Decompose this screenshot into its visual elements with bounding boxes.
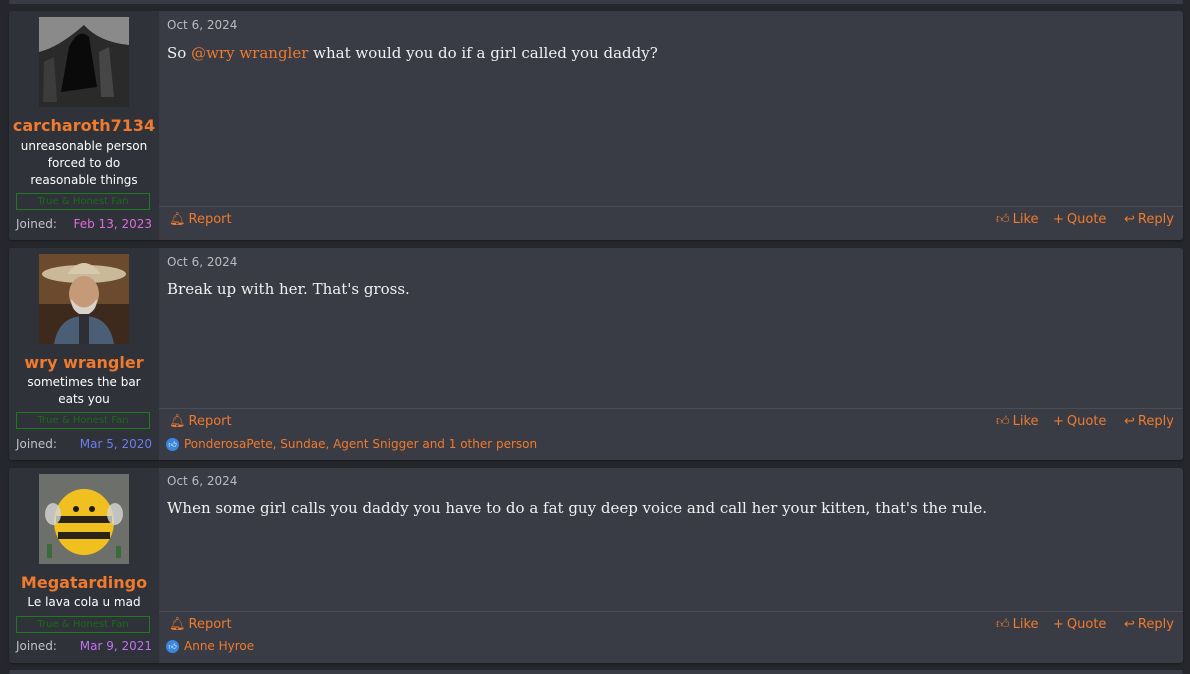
post-body: When some girl calls you daddy you have … xyxy=(167,499,988,517)
thumbs-up-icon: 👍︎ xyxy=(996,212,1010,227)
body-text: So xyxy=(167,44,192,62)
username[interactable]: carcharoth7134 xyxy=(9,116,159,135)
user-title: sometimes the bar eats you xyxy=(27,375,141,406)
post: carcharoth7134 unreasonable person force… xyxy=(9,11,1183,240)
reply-label: Reply xyxy=(1137,617,1174,632)
joined-date: Mar 9, 2021 xyxy=(79,639,152,653)
post-date[interactable]: Oct 6, 2024 xyxy=(167,255,237,269)
post-footer-divider xyxy=(159,611,1183,612)
user-title: unreasonable person forced to do reasona… xyxy=(20,139,148,187)
quote-label: Quote xyxy=(1066,212,1107,227)
report-button[interactable]: 🔔︎ Report xyxy=(169,617,232,632)
avatar[interactable] xyxy=(39,17,129,107)
body-text: what would you do if a girl called you d… xyxy=(308,44,658,62)
quote-button[interactable]: + Quote xyxy=(1053,212,1106,227)
post-body: Break up with her. That's gross. xyxy=(167,280,410,298)
username[interactable]: wry wrangler xyxy=(9,353,159,372)
post-body: So @wry wrangler what would you do if a … xyxy=(167,44,658,62)
avatar[interactable] xyxy=(39,254,129,344)
user-banner: True & Honest Fan xyxy=(16,193,150,210)
like-button[interactable]: 👍︎ Like xyxy=(996,617,1039,632)
like-button[interactable]: 👍︎ Like xyxy=(996,212,1039,227)
report-label: Report xyxy=(188,212,232,227)
plus-icon: + xyxy=(1053,617,1064,632)
username[interactable]: Megatardingo xyxy=(9,573,159,592)
post-footer-divider xyxy=(159,206,1183,207)
like-label: Like xyxy=(1012,414,1039,429)
bell-icon: 🔔︎ xyxy=(169,414,186,429)
quote-button[interactable]: + Quote xyxy=(1053,414,1106,429)
reply-label: Reply xyxy=(1137,212,1174,227)
reactions-bar[interactable]: 👍︎ Anne Hyroe xyxy=(166,639,254,653)
reply-button[interactable]: ↩︎ Reply xyxy=(1124,212,1174,227)
user-banner: True & Honest Fan xyxy=(16,412,150,429)
post-footer-divider xyxy=(159,408,1183,409)
reply-arrow-icon: ↩︎ xyxy=(1124,414,1135,429)
quote-label: Quote xyxy=(1066,617,1107,632)
thumbs-up-icon: 👍︎ xyxy=(996,414,1010,429)
post: Megatardingo Le lava cola u mad True & H… xyxy=(9,468,1183,663)
post-date[interactable]: Oct 6, 2024 xyxy=(167,474,237,488)
reply-arrow-icon: ↩︎ xyxy=(1124,617,1135,632)
reply-button[interactable]: ↩︎ Reply xyxy=(1124,414,1174,429)
reply-button[interactable]: ↩︎ Reply xyxy=(1124,617,1174,632)
quote-button[interactable]: + Quote xyxy=(1053,617,1106,632)
quote-label: Quote xyxy=(1066,414,1107,429)
report-button[interactable]: 🔔︎ Report xyxy=(169,414,232,429)
thumbs-up-icon: 👍︎ xyxy=(996,617,1010,632)
reactions-bar[interactable]: 👍︎ PonderosaPete, Sundae, Agent Snigger a… xyxy=(166,437,537,451)
joined-label: Joined: xyxy=(16,217,57,231)
report-button[interactable]: 🔔︎ Report xyxy=(169,212,232,227)
user-info-panel: wry wrangler sometimes the bar eats you … xyxy=(9,248,159,460)
joined-label: Joined: xyxy=(16,437,57,451)
like-label: Like xyxy=(1012,617,1039,632)
user-info-panel: carcharoth7134 unreasonable person force… xyxy=(9,11,159,240)
like-button[interactable]: 👍︎ Like xyxy=(996,414,1039,429)
plus-icon: + xyxy=(1053,414,1064,429)
bell-icon: 🔔︎ xyxy=(169,617,186,632)
user-banner: True & Honest Fan xyxy=(16,616,150,633)
user-title: Le lava cola u mad xyxy=(27,595,141,609)
like-label: Like xyxy=(1012,212,1039,227)
joined-date: Mar 5, 2020 xyxy=(79,437,152,451)
user-info-panel: Megatardingo Le lava cola u mad True & H… xyxy=(9,468,159,663)
joined-date: Feb 13, 2023 xyxy=(73,217,153,231)
reactions-list[interactable]: Anne Hyroe xyxy=(184,639,254,653)
reply-arrow-icon: ↩︎ xyxy=(1124,212,1135,227)
report-label: Report xyxy=(188,414,232,429)
like-reaction-icon: 👍︎ xyxy=(166,438,179,451)
avatar[interactable] xyxy=(39,474,129,564)
previous-post-edge xyxy=(9,0,1183,4)
post: wry wrangler sometimes the bar eats you … xyxy=(9,248,1183,460)
next-post-edge xyxy=(9,670,1183,674)
user-mention-link[interactable]: @wry wrangler xyxy=(191,44,308,62)
like-reaction-icon: 👍︎ xyxy=(166,640,179,653)
reply-label: Reply xyxy=(1137,414,1174,429)
report-label: Report xyxy=(188,617,232,632)
plus-icon: + xyxy=(1053,212,1064,227)
joined-label: Joined: xyxy=(16,639,57,653)
reactions-list[interactable]: PonderosaPete, Sundae, Agent Snigger and… xyxy=(184,437,537,451)
post-date[interactable]: Oct 6, 2024 xyxy=(167,18,237,32)
bell-icon: 🔔︎ xyxy=(169,212,186,227)
